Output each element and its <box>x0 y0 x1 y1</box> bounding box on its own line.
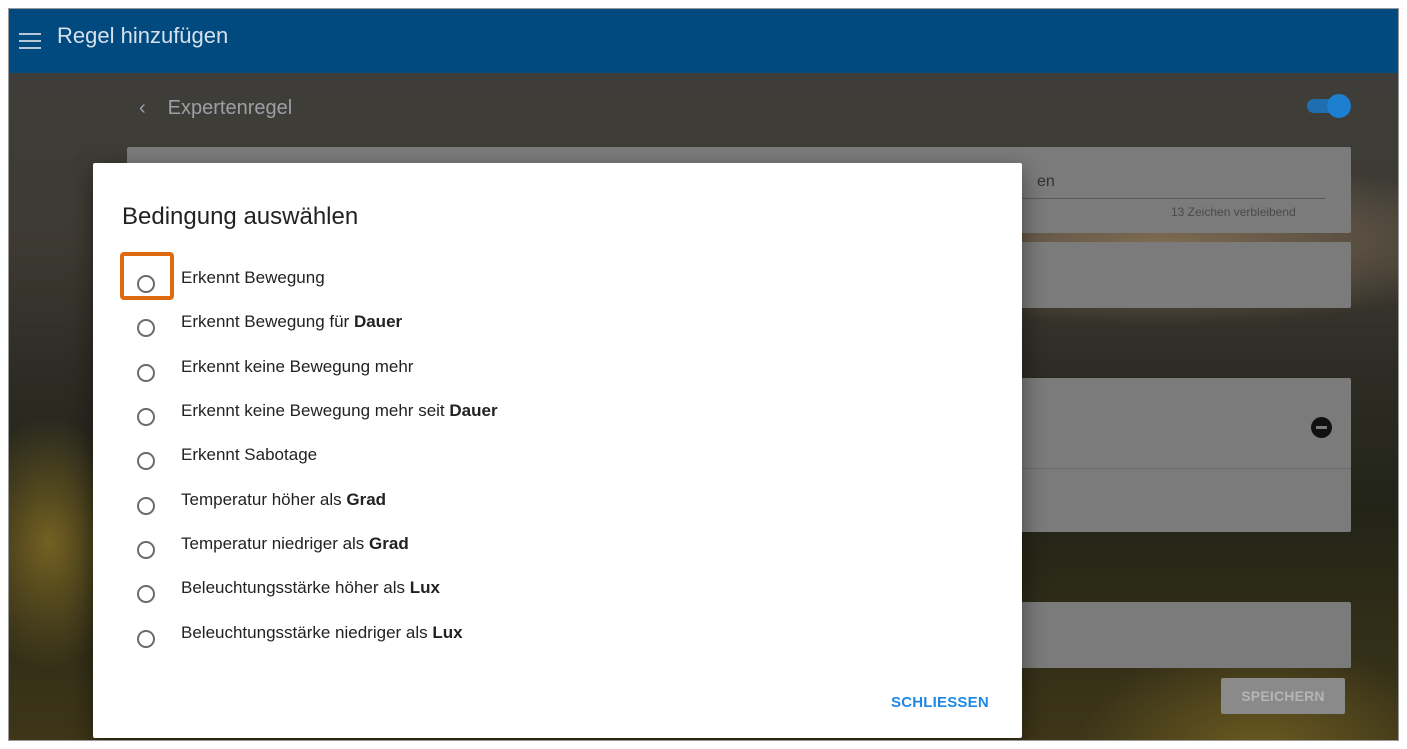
option-bewegung-dauer[interactable]: Erkennt Bewegung für Dauer <box>137 303 498 347</box>
rule-active-toggle[interactable] <box>1307 94 1351 118</box>
option-label: Beleuchtungsstärke höher als Lux <box>181 578 440 598</box>
highlight-box <box>120 252 174 300</box>
radio-icon[interactable] <box>137 319 155 338</box>
char-counter: 13 Zeichen verbleibend <box>1171 205 1296 219</box>
condition-dialog: Bedingung auswählen Erkennt Bewegung Erk… <box>93 163 1022 738</box>
option-label: Temperatur höher als Grad <box>181 489 387 509</box>
option-label: Temperatur niedriger als Grad <box>181 533 409 553</box>
save-button[interactable]: SPEICHERN <box>1221 678 1345 714</box>
radio-icon[interactable] <box>137 585 155 604</box>
option-sabotage[interactable]: Erkennt Sabotage <box>137 436 498 480</box>
option-label: Erkennt Sabotage <box>181 445 318 465</box>
radio-icon[interactable] <box>137 629 155 648</box>
option-keine-bewegung-dauer[interactable]: Erkennt keine Bewegung mehr seit Dauer <box>137 392 498 436</box>
chevron-left-icon[interactable]: ‹ <box>139 97 146 120</box>
rule-name-value: en <box>1037 173 1055 190</box>
app-title: Regel hinzufügen <box>57 23 229 48</box>
rule-name-underline <box>1019 198 1325 199</box>
option-lux-niedriger[interactable]: Beleuchtungsstärke niedriger als Lux <box>137 613 498 657</box>
radio-icon[interactable] <box>137 363 155 382</box>
page-header: ‹ Expertenregel <box>139 97 292 120</box>
radio-icon[interactable] <box>137 408 155 427</box>
radio-icon[interactable] <box>137 496 155 515</box>
menu-icon[interactable] <box>19 33 41 49</box>
page-title: Expertenregel <box>167 97 293 119</box>
option-lux-hoeher[interactable]: Beleuchtungsstärke höher als Lux <box>137 569 498 613</box>
dialog-title: Bedingung auswählen <box>122 203 359 230</box>
option-label: Erkennt Bewegung <box>181 268 325 288</box>
app-bar: Regel hinzufügen <box>9 9 1398 73</box>
option-label: Erkennt keine Bewegung mehr seit Dauer <box>181 401 498 421</box>
option-label: Erkennt Bewegung für Dauer <box>181 312 403 332</box>
radio-icon[interactable] <box>137 540 155 559</box>
option-temp-niedriger[interactable]: Temperatur niedriger als Grad <box>137 525 498 569</box>
option-erkennt-bewegung[interactable]: Erkennt Bewegung <box>137 259 498 303</box>
close-button[interactable]: SCHLIESSEN <box>891 694 989 711</box>
option-keine-bewegung[interactable]: Erkennt keine Bewegung mehr <box>137 348 498 392</box>
option-label: Beleuchtungsstärke niedriger als Lux <box>181 622 463 642</box>
remove-circle-icon[interactable] <box>1311 417 1332 438</box>
option-temp-hoeher[interactable]: Temperatur höher als Grad <box>137 480 498 524</box>
option-label: Erkennt keine Bewegung mehr <box>181 356 414 376</box>
app-window: Regel hinzufügen ‹ Expertenregel en 13 Z… <box>8 8 1399 741</box>
radio-icon[interactable] <box>137 452 155 471</box>
condition-options: Erkennt Bewegung Erkennt Bewegung für Da… <box>137 259 498 658</box>
